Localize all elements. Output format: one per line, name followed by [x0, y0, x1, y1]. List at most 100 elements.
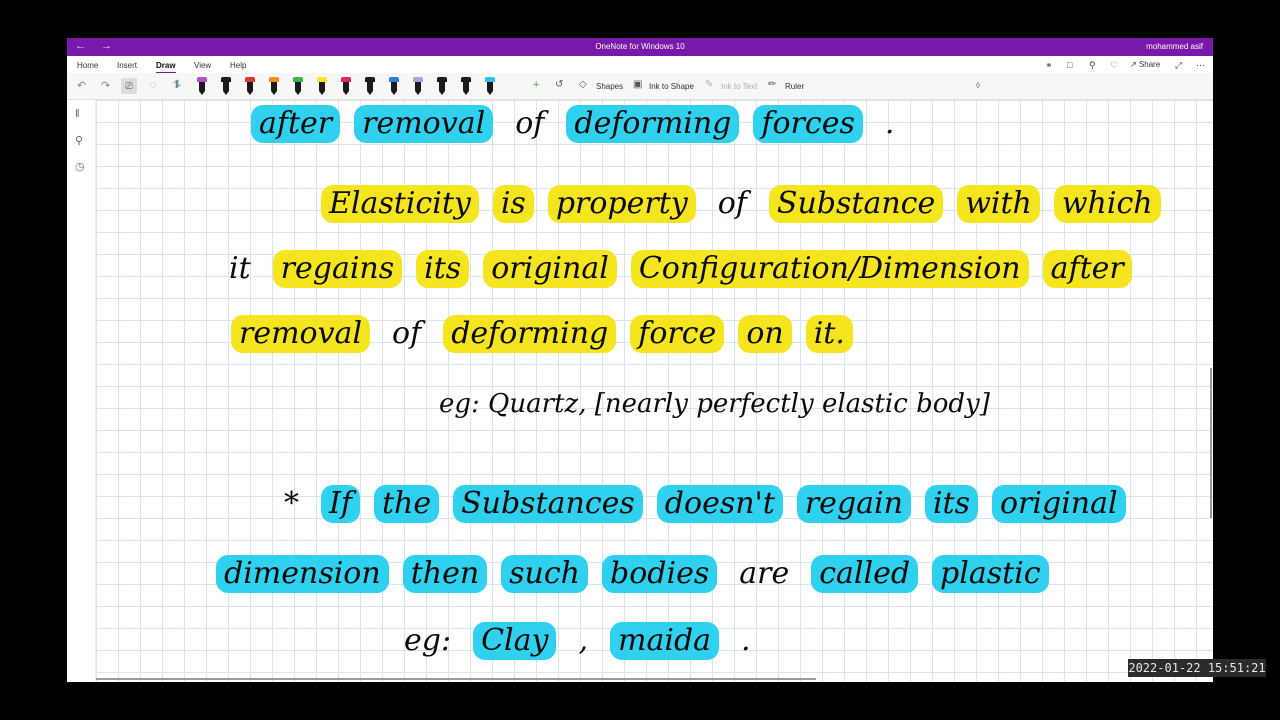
ink-replay-icon[interactable]: ↺: [555, 79, 563, 90]
pen-tool[interactable]: [389, 77, 399, 95]
ink-word[interactable]: maida: [610, 622, 720, 660]
pen-body: [343, 82, 349, 91]
pen-tool[interactable]: [269, 77, 279, 95]
ink-word[interactable]: bodies: [602, 555, 718, 593]
pen-tool[interactable]: [221, 77, 231, 95]
note-line: eg: Clay, maida.: [396, 622, 773, 666]
ink-word[interactable]: such: [501, 555, 588, 593]
lightbulb-icon[interactable]: ⚲: [1089, 60, 1096, 71]
add-pen-icon[interactable]: +: [533, 79, 539, 91]
ink-word[interactable]: *: [276, 485, 307, 523]
tab-insert[interactable]: Insert: [117, 61, 137, 70]
pen-tool[interactable]: [437, 77, 447, 95]
ink-word[interactable]: force: [630, 315, 725, 353]
more-options-icon[interactable]: ⋯: [1196, 60, 1205, 71]
ink-word[interactable]: .: [733, 622, 759, 660]
pen-tool[interactable]: [413, 77, 423, 95]
ink-word[interactable]: of: [507, 105, 552, 143]
ink-word[interactable]: which: [1053, 185, 1161, 223]
pen-tool[interactable]: [293, 77, 303, 95]
ink-word[interactable]: on: [738, 315, 792, 353]
ribbon-pin-icon[interactable]: ◊: [976, 81, 980, 90]
ink-word[interactable]: .: [877, 105, 903, 143]
tab-draw[interactable]: Draw: [156, 61, 176, 74]
title-bar: ← → OneNote for Windows 10 mohammed asif: [67, 38, 1213, 56]
tab-view[interactable]: View: [194, 61, 211, 70]
pen-tool[interactable]: [341, 77, 351, 95]
pen-tool[interactable]: [485, 77, 495, 95]
ink-word[interactable]: dimension: [216, 555, 389, 593]
ink-word[interactable]: removal: [354, 105, 494, 143]
tab-help[interactable]: Help: [230, 61, 246, 70]
user-name[interactable]: mohammed asif: [1146, 42, 1203, 51]
ink-word[interactable]: it.: [805, 315, 853, 353]
ink-word[interactable]: regain: [796, 485, 911, 523]
ink-word[interactable]: are: [731, 555, 797, 593]
ink-word[interactable]: its: [416, 250, 470, 288]
pen-body: [199, 82, 205, 91]
ink-word[interactable]: eg: Quartz, [nearly perfectly elastic bo…: [431, 385, 998, 423]
ink-to-text-button[interactable]: Ink to Text: [721, 82, 757, 91]
ink-word[interactable]: Configuration/Dimension: [630, 250, 1029, 288]
ink-word[interactable]: of: [710, 185, 755, 223]
ink-word[interactable]: with: [957, 185, 1040, 223]
shapes-button[interactable]: Shapes: [596, 82, 623, 91]
ruler-button[interactable]: Ruler: [785, 82, 804, 91]
expand-icon[interactable]: ⤢: [1175, 60, 1182, 71]
share-button[interactable]: ↗ Share: [1130, 60, 1160, 69]
note-line: eg: Quartz, [nearly perfectly elastic bo…: [431, 385, 1012, 429]
tab-home[interactable]: Home: [77, 61, 98, 70]
ink-word[interactable]: If: [321, 485, 360, 523]
horizontal-scrollbar[interactable]: [96, 678, 816, 680]
ink-word[interactable]: then: [402, 555, 488, 593]
ink-word[interactable]: after: [1042, 250, 1132, 288]
ink-word[interactable]: property: [547, 185, 696, 223]
ink-word[interactable]: its: [924, 485, 978, 523]
add-space-icon[interactable]: ⥮: [173, 79, 181, 92]
ink-word[interactable]: after: [251, 105, 341, 143]
sync-icon[interactable]: ⚭: [1045, 60, 1053, 71]
ink-word[interactable]: Elasticity: [321, 185, 479, 223]
note-canvas[interactable]: after removal of deforming forces. Elasticit…: [96, 100, 1213, 682]
bell-icon[interactable]: ♡: [1110, 60, 1118, 71]
ink-word[interactable]: doesn't: [656, 485, 783, 523]
ink-word[interactable]: Clay: [473, 622, 557, 660]
lasso-select-icon[interactable]: ◌: [150, 79, 157, 91]
onenote-window: ← → OneNote for Windows 10 mohammed asif…: [67, 38, 1213, 682]
redo-icon[interactable]: ↷: [101, 79, 110, 92]
type-select-icon[interactable]: ⎚: [121, 78, 137, 94]
recent-icon[interactable]: ◷: [75, 160, 85, 173]
ink-word[interactable]: called: [811, 555, 919, 593]
ink-word[interactable]: forces: [753, 105, 863, 143]
ink-word[interactable]: ,: [570, 622, 596, 660]
ink-word[interactable]: the: [373, 485, 440, 523]
ink-word[interactable]: original: [483, 250, 617, 288]
ink-word[interactable]: plastic: [932, 555, 1049, 593]
ruler-icon: ✏: [768, 79, 777, 90]
ink-word[interactable]: of: [384, 315, 429, 353]
ink-word[interactable]: it: [221, 250, 259, 288]
pen-tool[interactable]: [317, 77, 327, 95]
search-icon[interactable]: ⚲: [75, 134, 83, 147]
ink-word[interactable]: regains: [272, 250, 403, 288]
pen-tool[interactable]: [461, 77, 471, 95]
ink-word[interactable]: removal: [231, 315, 371, 353]
ink-word[interactable]: original: [992, 485, 1126, 523]
pen-tool[interactable]: [197, 77, 207, 95]
undo-icon[interactable]: ↶: [77, 79, 86, 92]
vertical-scrollbar[interactable]: [1210, 368, 1212, 518]
pen-tool[interactable]: [245, 77, 255, 95]
ink-word[interactable]: is: [492, 185, 534, 223]
ink-word[interactable]: deforming: [566, 105, 740, 143]
draw-toolbar: ↶ ↷ ⎚ ◌ ⥮ + ↺ ◇ Shapes ▣ Ink to Shape ✎ …: [67, 73, 1213, 100]
ink-word[interactable]: deforming: [443, 315, 617, 353]
ink-word[interactable]: Substances: [453, 485, 643, 523]
pen-body: [223, 82, 229, 91]
ink-to-shape-button[interactable]: Ink to Shape: [649, 82, 694, 91]
notebook-icon[interactable]: □: [1067, 60, 1072, 70]
pen-tool[interactable]: [365, 77, 375, 95]
notebooks-icon[interactable]: ‖: [75, 108, 80, 120]
left-navigation: ‖ ⚲ ◷: [67, 100, 96, 682]
ink-word[interactable]: Substance: [768, 185, 944, 223]
ink-word[interactable]: eg:: [396, 622, 459, 660]
